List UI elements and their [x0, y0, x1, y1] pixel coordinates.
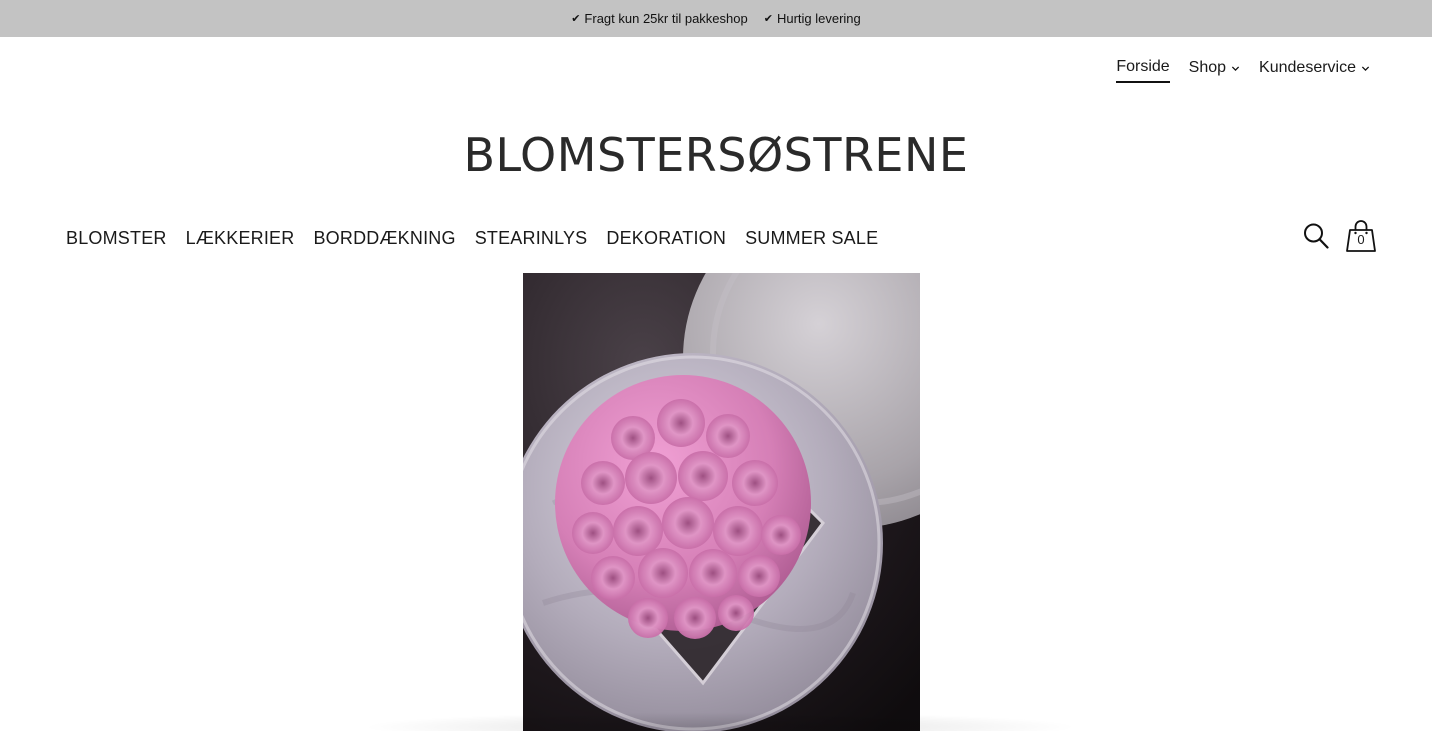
secondary-nav-label: Kundeservice: [1259, 59, 1356, 76]
secondary-nav-label: Shop: [1188, 59, 1227, 76]
main-nav-borddaekning[interactable]: BORDDÆKNING: [313, 228, 455, 249]
main-nav: BLOMSTER LÆKKERIER BORDDÆKNING STEARINLY…: [66, 228, 878, 249]
chevron-down-icon: [1361, 65, 1370, 71]
brand-logo[interactable]: BLOMSTERSØSTRENE: [0, 128, 1432, 182]
cart-button[interactable]: 0: [1345, 219, 1377, 258]
search-icon: [1304, 223, 1329, 249]
main-nav-blomster[interactable]: BLOMSTER: [66, 228, 167, 249]
usp-text: Fragt kun 25kr til pakkeshop: [584, 11, 748, 26]
announcement-bar: ✔ Fragt kun 25kr til pakkeshop ✔ Hurtig …: [0, 0, 1432, 37]
secondary-nav-label: Forside: [1116, 58, 1170, 75]
secondary-nav-shop[interactable]: Shop: [1189, 59, 1240, 82]
search-button[interactable]: [1303, 222, 1329, 255]
checkmark-icon: ✔: [571, 13, 581, 25]
main-nav-laekkerier[interactable]: LÆKKERIER: [186, 228, 295, 249]
content-shadow: [360, 712, 1080, 731]
checkmark-icon: ✔: [763, 13, 773, 25]
roses-image: [523, 273, 920, 731]
main-nav-dekoration[interactable]: DEKORATION: [606, 228, 726, 249]
hero-image[interactable]: [523, 273, 920, 731]
usp-item: ✔ Fragt kun 25kr til pakkeshop: [571, 11, 748, 26]
secondary-nav: Forside Shop Kundeservice: [1116, 58, 1370, 83]
main-nav-stearinlys[interactable]: STEARINLYS: [475, 228, 588, 249]
usp-item: ✔ Hurtig levering: [764, 11, 861, 26]
usp-text: Hurtig levering: [776, 11, 861, 26]
secondary-nav-forside[interactable]: Forside: [1116, 58, 1170, 83]
chevron-down-icon: [1231, 65, 1240, 71]
cart-count-badge: 0: [1357, 232, 1365, 247]
secondary-nav-kundeservice[interactable]: Kundeservice: [1259, 59, 1370, 82]
header-icons: 0: [1303, 219, 1377, 258]
main-nav-summer-sale[interactable]: SUMMER SALE: [745, 228, 878, 249]
